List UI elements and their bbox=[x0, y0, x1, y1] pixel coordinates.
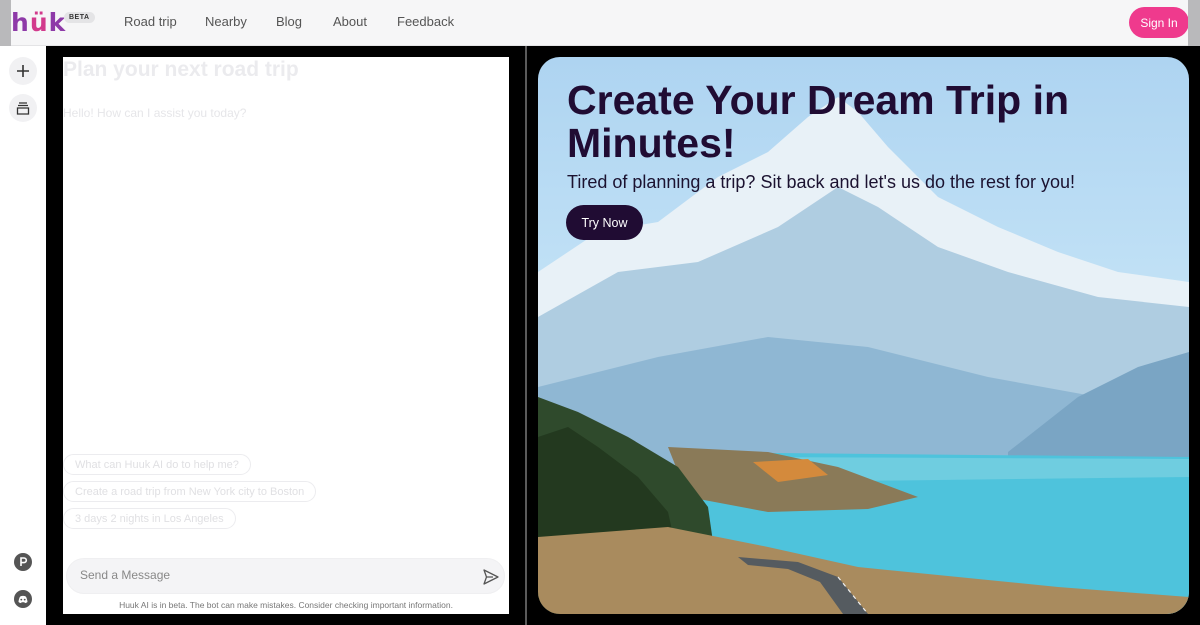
message-input[interactable] bbox=[80, 568, 460, 582]
sign-in-button[interactable]: Sign In bbox=[1129, 7, 1189, 38]
nav-about[interactable]: About bbox=[333, 14, 367, 29]
nav-blog[interactable]: Blog bbox=[276, 14, 302, 29]
parking-button[interactable] bbox=[13, 552, 33, 572]
discord-button[interactable] bbox=[13, 589, 33, 609]
left-edge bbox=[0, 0, 11, 46]
beta-disclaimer: Huuk AI is in beta. The bot can make mis… bbox=[119, 600, 453, 610]
suggestion-chip[interactable]: What can Huuk AI do to help me? bbox=[63, 454, 251, 475]
panel-divider bbox=[525, 46, 527, 625]
plus-icon bbox=[17, 65, 29, 77]
nav-nearby[interactable]: Nearby bbox=[205, 14, 247, 29]
huuk-logo[interactable]: hük bbox=[11, 8, 66, 37]
parking-icon bbox=[14, 553, 32, 571]
assistant-greeting: Hello! How can I assist you today? bbox=[63, 106, 247, 120]
history-icon bbox=[16, 102, 30, 115]
hero-subtitle: Tired of planning a trip? Sit back and l… bbox=[567, 172, 1076, 192]
right-edge bbox=[1188, 0, 1200, 46]
hero-banner: Create Your Dream Trip in Minutes! Tired… bbox=[538, 57, 1189, 614]
new-chat-button[interactable] bbox=[9, 57, 37, 85]
discord-icon bbox=[14, 590, 32, 608]
try-now-button[interactable]: Try Now bbox=[566, 205, 643, 240]
chat-title: Plan your next road trip bbox=[63, 58, 299, 81]
beta-badge: BETA bbox=[64, 12, 95, 23]
suggestion-chip[interactable]: Create a road trip from New York city to… bbox=[63, 481, 317, 502]
chat-panel: Plan your next road trip Hello! How can … bbox=[63, 57, 509, 614]
hero-title: Create Your Dream Trip in Minutes! bbox=[567, 77, 1070, 166]
send-icon[interactable] bbox=[482, 568, 500, 586]
nav-road-trip[interactable]: Road trip bbox=[124, 14, 177, 29]
suggestion-chip[interactable]: 3 days 2 nights in Los Angeles bbox=[63, 508, 236, 529]
side-rail bbox=[0, 46, 46, 625]
history-button[interactable] bbox=[9, 94, 37, 122]
message-box bbox=[66, 558, 505, 594]
top-navbar: hük BETA Road trip Nearby Blog About Fee… bbox=[0, 0, 1200, 46]
nav-feedback[interactable]: Feedback bbox=[397, 14, 454, 29]
